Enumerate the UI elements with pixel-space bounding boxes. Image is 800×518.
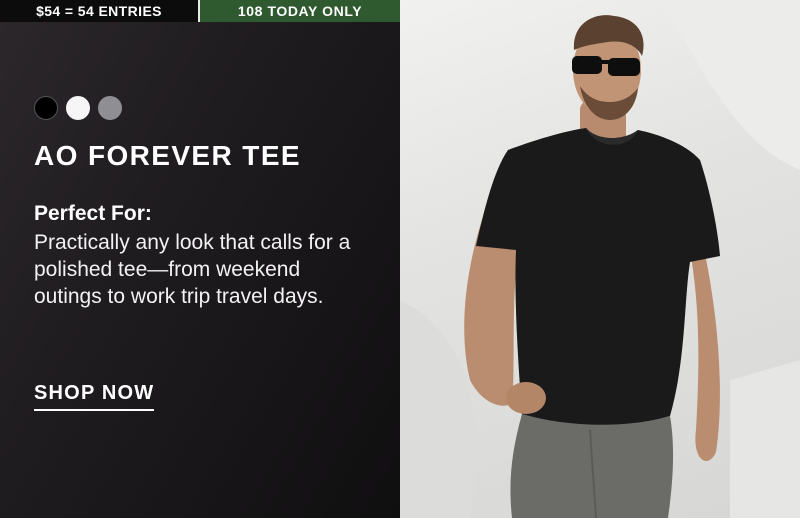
product-title: AO FOREVER TEE <box>34 140 301 171</box>
perfect-for-label: Perfect For: <box>34 202 152 225</box>
perfect-for-description: Practically any look that calls for a po… <box>34 231 351 308</box>
entries-promo-text: $54 = 54 ENTRIES <box>36 3 162 19</box>
entries-promo-bar: $54 = 54 ENTRIES <box>0 0 198 22</box>
color-swatch-group <box>34 96 122 120</box>
product-info-panel: AO FOREVER TEE Perfect For: Practically … <box>0 22 400 518</box>
color-swatch-black[interactable] <box>34 96 58 120</box>
today-only-promo-text: 108 TODAY ONLY <box>237 3 363 19</box>
shop-now-link[interactable]: SHOP NOW <box>34 382 155 411</box>
color-swatch-white[interactable] <box>66 96 90 120</box>
color-swatch-grey[interactable] <box>98 96 122 120</box>
product-promo-banner: $54 = 54 ENTRIES 108 TODAY ONLY AO FOREV… <box>0 0 800 518</box>
model-photo <box>400 0 800 518</box>
today-only-promo-bar: 108 TODAY ONLY <box>200 0 400 22</box>
model-illustration <box>400 0 800 518</box>
